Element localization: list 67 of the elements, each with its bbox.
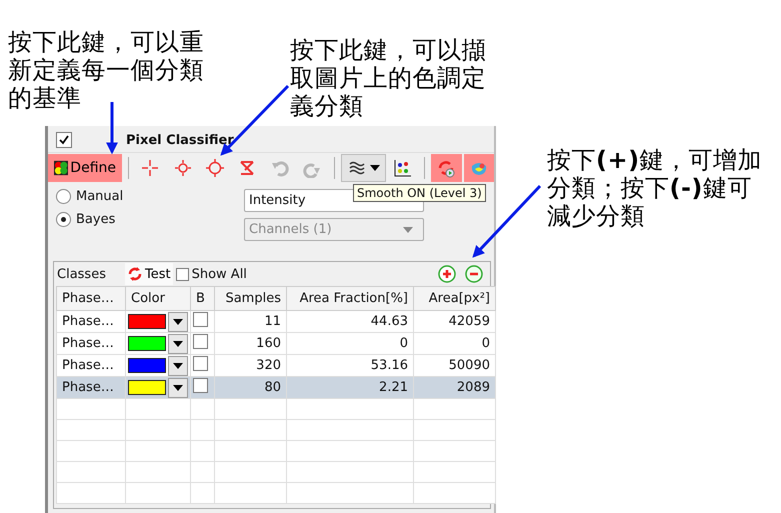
color-circles-icon [54, 160, 68, 176]
panel-checkbox[interactable] [56, 132, 72, 148]
column-header[interactable]: B [190, 286, 214, 310]
color-swatch[interactable] [128, 380, 166, 395]
caret-icon [370, 165, 380, 171]
column-header[interactable]: Color [126, 286, 190, 310]
smooth-tool-button[interactable] [340, 154, 386, 182]
table-cell: 160 [214, 332, 286, 354]
caret-icon [173, 362, 183, 368]
annotation-text: 按下此鍵，可以擷取圖片上的色調定義分類 [290, 36, 487, 120]
table-cell: 2089 [414, 376, 496, 398]
radio-label: Manual [76, 189, 124, 204]
color-swatch[interactable] [128, 314, 166, 329]
show-all-label: Show All [192, 266, 247, 282]
column-header[interactable]: Samples [214, 286, 286, 310]
table-cell: 80 [214, 376, 286, 398]
table-cell: Phase… [56, 310, 126, 332]
table-cell: 42059 [414, 310, 496, 332]
radio-button[interactable] [56, 189, 71, 204]
table-row[interactable]: Phase… 160 0 0 [56, 332, 496, 354]
annotation-text: 按下(+)鍵，可增加分類；按下(-)鍵可減少分類 [547, 146, 764, 230]
refresh-icon [126, 266, 143, 282]
tooltip: Smooth ON (Level 3) [353, 184, 486, 202]
target-icon [205, 158, 226, 178]
color-dropdown-button[interactable] [168, 356, 188, 376]
small-target-icon [172, 158, 193, 178]
color-swatch[interactable] [128, 336, 166, 351]
column-header[interactable]: Phase… [56, 286, 126, 310]
table-cell: 2.21 [286, 376, 414, 398]
caret-icon [403, 226, 413, 232]
table-cell: Phase… [56, 332, 126, 354]
refresh-tool-button[interactable] [431, 154, 462, 182]
annotation-text: 按下此鍵，可以重新定義每一個分類的基準 [8, 28, 205, 112]
column-header[interactable]: Area Fraction[%] [286, 286, 414, 310]
caret-icon [173, 318, 183, 324]
table-row[interactable]: Phase… 80 2.21 2089 [56, 376, 496, 398]
row-checkbox[interactable] [193, 334, 208, 349]
refresh-play-icon [436, 158, 456, 178]
row-checkbox[interactable] [193, 312, 208, 327]
segment-tool-button[interactable] [464, 154, 494, 182]
caret-icon [173, 384, 183, 390]
add-class-icon[interactable] [438, 265, 456, 283]
panel-title: Pixel Classifier [126, 132, 234, 148]
color-dropdown-button[interactable] [168, 312, 188, 332]
classes-label: Classes [57, 266, 106, 282]
color-dropdown-button[interactable] [168, 334, 188, 354]
remove-class-icon[interactable] [465, 265, 483, 283]
table-cell: 11 [214, 310, 286, 332]
radio-label: Bayes [76, 212, 116, 227]
color-swatch[interactable] [128, 358, 166, 373]
column-header[interactable]: Area[px²] [414, 286, 496, 310]
table-row[interactable]: Phase… 11 44.63 42059 [56, 310, 496, 332]
scatter-plot-icon [392, 158, 413, 178]
define-button[interactable]: Define [48, 154, 122, 182]
table-cell: 0 [414, 332, 496, 354]
test-button[interactable]: Test [124, 263, 173, 285]
row-checkbox[interactable] [193, 378, 208, 393]
table-cell: 0 [286, 332, 414, 354]
show-all-checkbox[interactable] [176, 268, 189, 280]
radio-button[interactable] [56, 212, 71, 227]
color-dropdown-button[interactable] [168, 378, 188, 398]
arrow [106, 102, 118, 154]
row-checkbox[interactable] [193, 356, 208, 371]
caret-icon [173, 340, 183, 346]
crosshair-icon [140, 158, 160, 178]
table-cell: Phase… [56, 376, 126, 398]
table-cell: 44.63 [286, 310, 414, 332]
